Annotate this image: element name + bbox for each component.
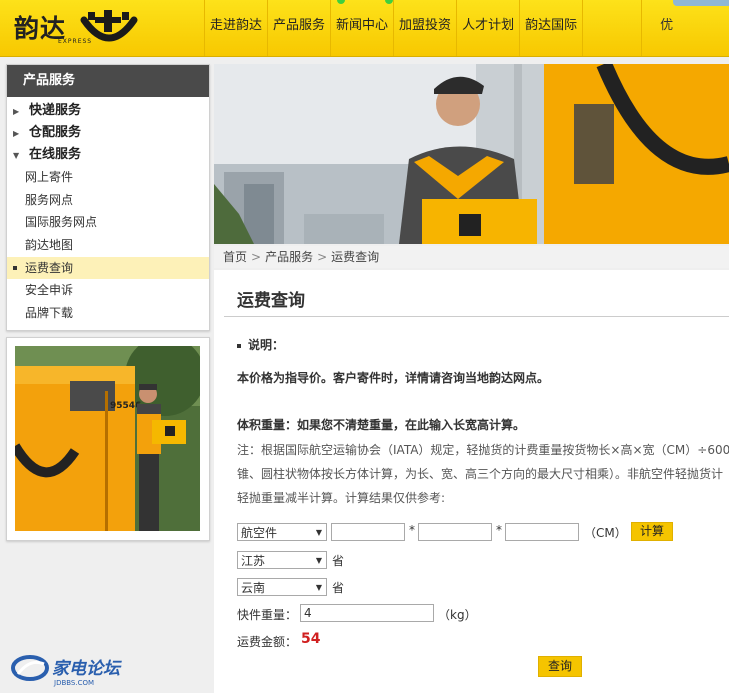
length-input[interactable] — [331, 523, 405, 541]
weight-unit: （kg） — [438, 608, 477, 622]
sidebar-group-warehouse[interactable]: ▶ 仓配服务 — [7, 122, 209, 144]
main-nav: 走进韵达 产品服务 新闻中心 加盟投资 人才计划 韵达国际 优 — [204, 0, 690, 56]
watermark-text: 家电论坛 — [52, 659, 122, 679]
weight-input[interactable]: 4 — [300, 604, 434, 622]
weight-label: 快件重量： — [237, 608, 298, 622]
fee-value: 54 — [301, 631, 321, 647]
nav-international[interactable]: 韵达国际 — [519, 0, 582, 56]
breadcrumb: 首页 > 产品服务 > 运费查询 — [214, 246, 729, 268]
sidebar-title: 产品服务 — [7, 65, 209, 97]
width-input[interactable] — [418, 523, 492, 541]
dim-separator: * — [409, 523, 415, 537]
hero-banner — [214, 64, 729, 244]
sidebar-item-freight-query[interactable]: 运费查询 — [7, 256, 209, 280]
calculate-button[interactable]: 计算 — [631, 522, 673, 541]
breadcrumb-home[interactable]: 首页 — [223, 250, 247, 264]
forum-watermark: 家电论坛 JDBBS.COM — [10, 652, 160, 688]
nav-divider — [582, 0, 641, 56]
sidebar-item-online-shipping[interactable]: 网上寄件 — [7, 166, 209, 189]
dropdown-arrow-icon: ▼ — [315, 583, 322, 592]
yunda-logo[interactable]: 韵达 EXPRESS — [14, 6, 138, 50]
nav-franchise[interactable]: 加盟投资 — [393, 0, 456, 56]
sidebar-item-service-points[interactable]: 服务网点 — [7, 189, 209, 212]
province-suffix: 省 — [332, 581, 345, 595]
fee-label: 运费金额： — [237, 635, 298, 649]
title-divider — [224, 316, 729, 317]
dropdown-arrow-icon: ▼ — [315, 556, 322, 565]
svg-text:95546: 95546 — [110, 401, 141, 411]
dropdown-arrow-icon: ▼ — [315, 528, 322, 537]
logo-smile-icon — [80, 10, 138, 42]
watermark-sub: JDBBS.COM — [53, 679, 94, 687]
note-line-1: 注：根据国际航空运输协会（IATA）规定，轻抛货的计费重量按货物长×高×宽（CM… — [237, 443, 729, 457]
dest-province-select[interactable]: 云南 ▼ — [237, 578, 327, 596]
note-line-3: 轻抛重量减半计算。计算结果仅供参考: — [237, 491, 446, 505]
watermark-logo-icon: 家电论坛 JDBBS.COM — [11, 655, 122, 687]
nav-products[interactable]: 产品服务 — [267, 0, 330, 56]
query-button[interactable]: 查询 — [538, 656, 582, 677]
note-label: 说明： — [237, 336, 284, 353]
caret-right-icon: ▶ — [13, 107, 20, 116]
volume-heading: 体积重量：如果您不清楚重量，在此输入长宽高计算。 — [237, 418, 526, 432]
page-title: 运费查询 — [237, 291, 305, 311]
bullet-icon — [237, 343, 241, 348]
breadcrumb-sep: > — [317, 250, 328, 264]
corner-tab[interactable] — [673, 0, 729, 6]
caret-right-icon: ▶ — [13, 129, 20, 138]
nav-about[interactable]: 走进韵达 — [204, 0, 267, 56]
dim-unit: （CM） — [584, 526, 627, 540]
sidebar-item-brand-download[interactable]: 品牌下载 — [7, 302, 209, 325]
note-line-2: 锥、圆柱状物体按长方体计算，为长、宽、高三个方向的最大尺寸相乘）。非航空件轻抛货… — [237, 467, 724, 481]
site-header: 韵达 EXPRESS 走进韵达 产品服务 新闻中心 加盟投资 人才计划 韵达国际… — [0, 0, 729, 57]
breadcrumb-sep: > — [251, 250, 262, 264]
sidebar-item-complaint[interactable]: 安全申诉 — [7, 279, 209, 302]
promo-photo[interactable]: 95546 — [15, 346, 200, 531]
main-content: 运费查询 说明： 本价格为指导价。客户寄件时，详情请咨询当地韵达网点。 体积重量… — [214, 270, 729, 693]
caret-down-icon: ▼ — [13, 151, 20, 160]
breadcrumb-current: 运费查询 — [331, 250, 380, 264]
breadcrumb-products[interactable]: 产品服务 — [265, 250, 313, 264]
nav-careers[interactable]: 人才计划 — [456, 0, 519, 56]
transport-mode-select[interactable]: 航空件 ▼ — [237, 523, 327, 541]
promo-photo-box: 95546 — [6, 337, 210, 541]
origin-province-select[interactable]: 江苏 ▼ — [237, 551, 327, 569]
sidebar: 产品服务 ▶ 快递服务 ▶ 仓配服务 ▼ 在线服务 网上寄件 服务网点 国际服务网点 … — [6, 64, 210, 331]
sidebar-group-express[interactable]: ▶ 快递服务 — [7, 100, 209, 122]
nav-news[interactable]: 新闻中心 — [330, 0, 393, 56]
sidebar-item-intl-points[interactable]: 国际服务网点 — [7, 211, 209, 234]
sidebar-group-online[interactable]: ▼ 在线服务 — [7, 144, 209, 166]
province-suffix: 省 — [332, 554, 345, 568]
sidebar-item-map[interactable]: 韵达地图 — [7, 234, 209, 257]
height-input[interactable] — [505, 523, 579, 541]
nav-more[interactable]: 优 — [641, 0, 690, 56]
dim-separator: * — [496, 523, 502, 537]
guide-price-text: 本价格为指导价。客户寄件时，详情请咨询当地韵达网点。 — [237, 371, 550, 385]
